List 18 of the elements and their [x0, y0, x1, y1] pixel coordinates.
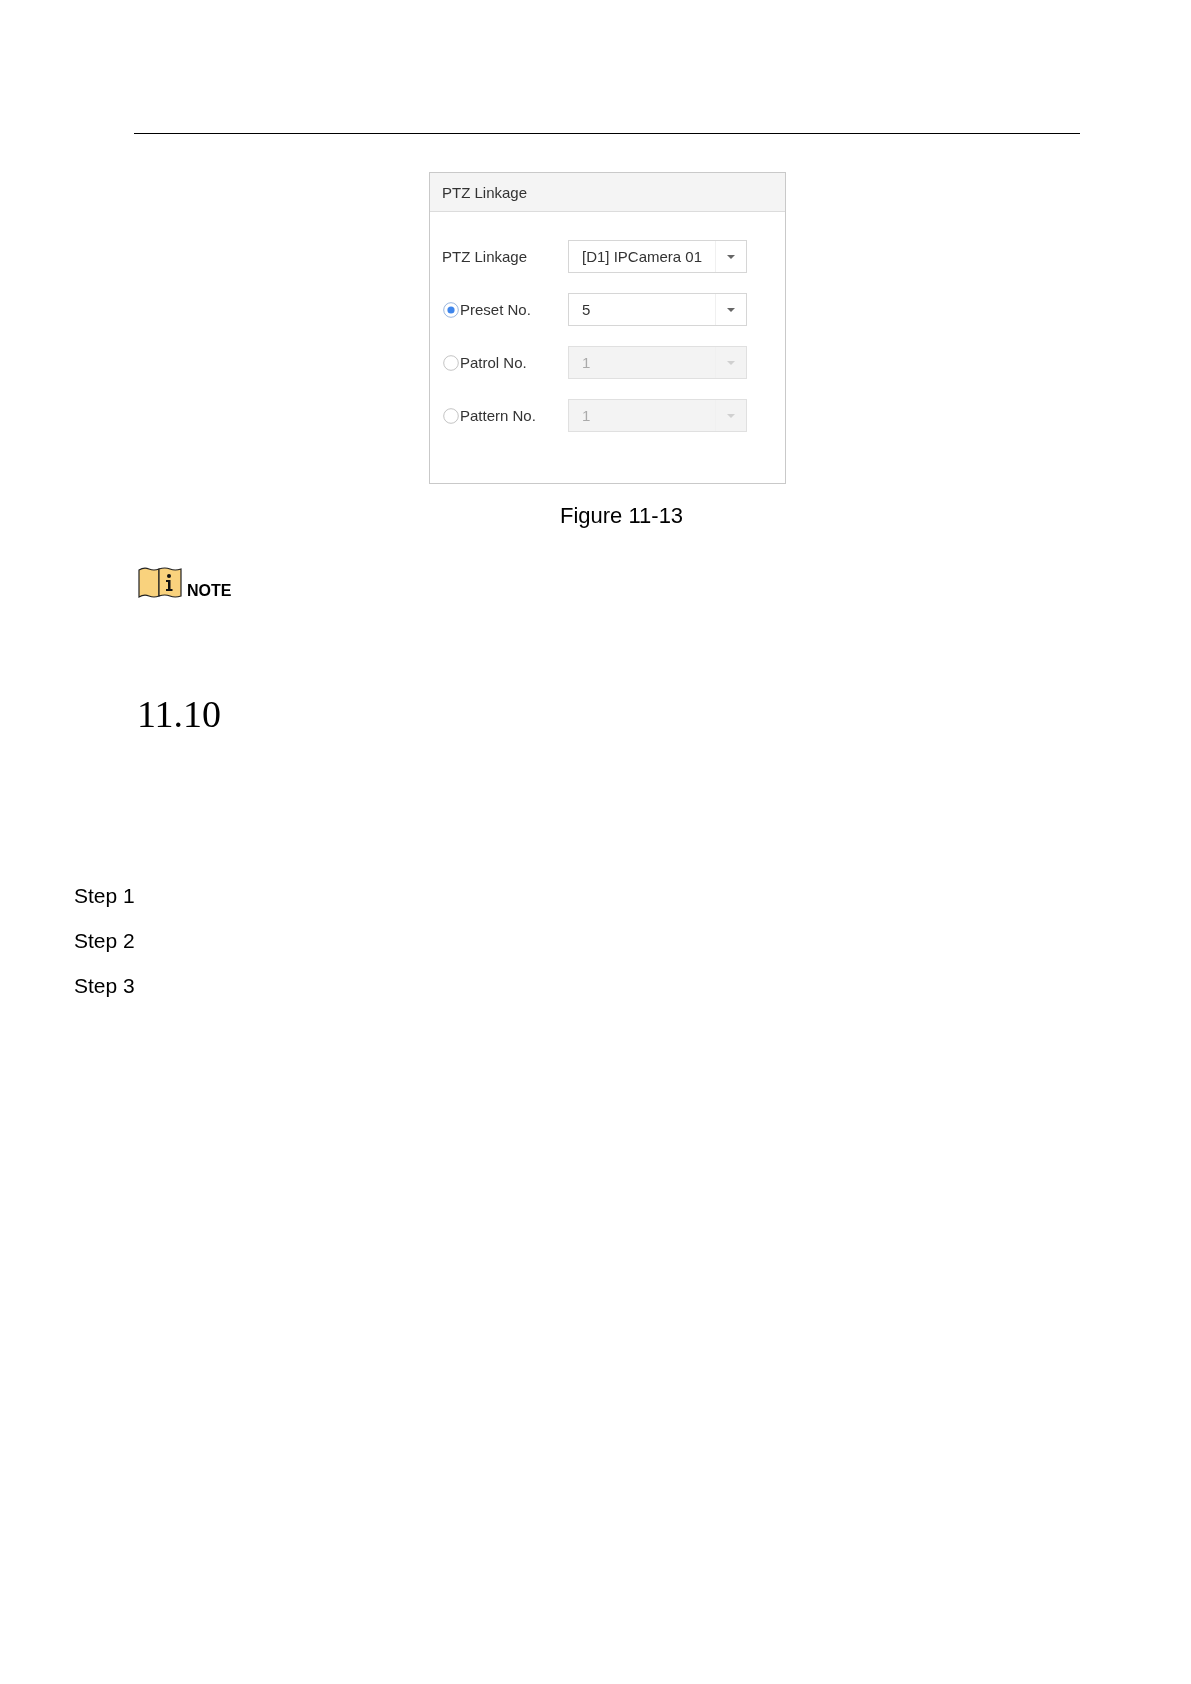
- step-label: Step 3: [74, 975, 135, 997]
- caret-icon: [727, 360, 735, 365]
- radio-label: Patrol No.: [460, 354, 527, 371]
- step-label: Step 2: [74, 930, 135, 952]
- dropdown[interactable]: [D1] IPCamera 01: [568, 240, 747, 273]
- caret-icon: [727, 254, 735, 259]
- field-label: PTZ Linkage: [442, 248, 528, 265]
- figure-caption: Figure 11-13: [560, 503, 684, 530]
- caret-icon: [727, 413, 735, 418]
- radio-label: Pattern No.: [460, 407, 536, 424]
- caret-icon: [727, 307, 735, 312]
- radio-button[interactable]: [443, 301, 459, 318]
- radio-label: Preset No.: [460, 301, 531, 318]
- note-label: NOTE: [187, 583, 232, 600]
- dialog-title: PTZ Linkage: [430, 173, 785, 212]
- step-label: Step 1: [74, 885, 135, 907]
- section-number: 11.10: [137, 695, 222, 734]
- dropdown[interactable]: 5: [568, 293, 747, 326]
